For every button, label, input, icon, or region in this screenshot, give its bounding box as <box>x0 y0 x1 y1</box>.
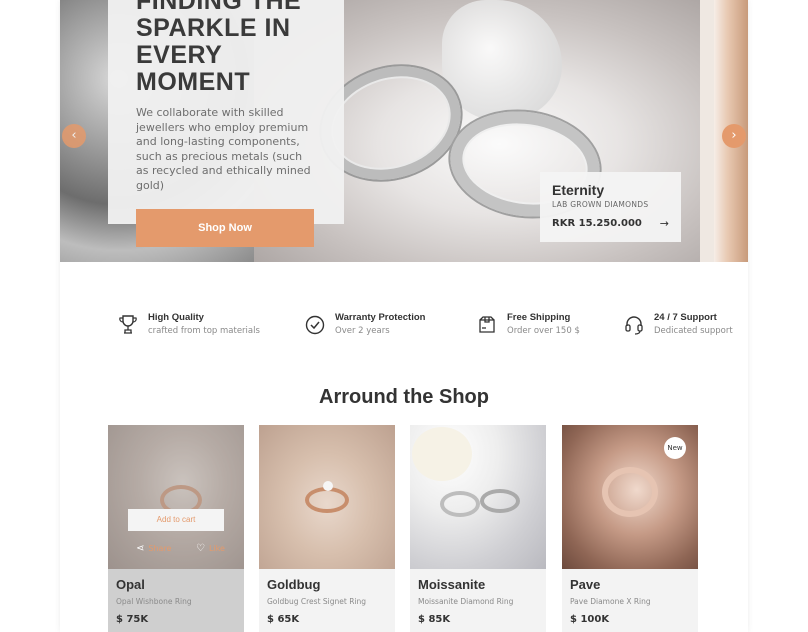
headset-icon <box>625 316 643 335</box>
feature-subtitle: Over 2 years <box>335 326 390 336</box>
diamond-image <box>323 481 333 491</box>
heart-icon: ♡ <box>196 543 205 554</box>
rose-image <box>412 427 472 481</box>
product-info: Opal Opal Wishbone Ring $ 75K <box>108 569 244 632</box>
featured-product-name: Eternity <box>552 182 605 198</box>
like-button[interactable]: ♡ Like <box>196 543 225 554</box>
ring-image <box>602 467 658 517</box>
product-name[interactable]: Goldbug <box>267 577 387 592</box>
like-label: Like <box>208 544 225 553</box>
shop-now-button[interactable]: Shop Now <box>136 209 314 247</box>
product-image[interactable]: New <box>562 425 698 569</box>
feature-support: 24 / 7 Support Dedicated support <box>624 312 733 336</box>
hero-title: FINDING THE SPARKLE IN EVERY MOMENT <box>136 0 302 96</box>
featured-product-price: RKR 15.250.000 <box>552 218 642 229</box>
page: FINDING THE SPARKLE IN EVERY MOMENT We c… <box>60 0 748 632</box>
product-info: Goldbug Goldbug Crest Signet Ring $ 65K <box>259 569 395 632</box>
hero-card: FINDING THE SPARKLE IN EVERY MOMENT We c… <box>108 0 344 247</box>
feature-title: Warranty Protection <box>335 312 426 323</box>
trophy-icon <box>119 315 137 334</box>
featured-product-subtitle: LAB GROWN DIAMONDS <box>552 200 649 209</box>
new-badge: New <box>664 437 686 459</box>
feature-free-shipping: Free Shipping Order over 150 $ <box>477 312 580 336</box>
left-gutter <box>0 0 60 632</box>
featured-product-card[interactable]: Eternity LAB GROWN DIAMONDS RKR 15.250.0… <box>540 172 681 242</box>
product-name[interactable]: Moissanite <box>418 577 538 592</box>
slider-prev-arrow-icon[interactable]: ‹ <box>62 124 86 148</box>
product-card-opal[interactable]: Add to cart ⋖ Share ♡ Like Opal Opal Wis… <box>108 425 244 632</box>
product-name[interactable]: Opal <box>116 577 236 592</box>
product-card-pave[interactable]: New Pave Pave Diamone X Ring $ 100K <box>562 425 698 632</box>
share-button[interactable]: ⋖ Share <box>136 543 171 554</box>
feature-title: Free Shipping <box>507 312 571 323</box>
product-info: Moissanite Moissanite Diamond Ring $ 85K <box>410 569 546 632</box>
product-subtitle: Goldbug Crest Signet Ring <box>267 597 367 606</box>
product-name[interactable]: Pave <box>570 577 690 592</box>
section-title: Arround the Shop <box>319 386 489 408</box>
feature-subtitle: Dedicated support <box>654 326 733 336</box>
product-info: Pave Pave Diamone X Ring $ 100K <box>562 569 698 632</box>
slider-next-arrow-icon[interactable]: › <box>722 124 746 148</box>
product-image[interactable] <box>410 425 546 569</box>
product-subtitle: Opal Wishbone Ring <box>116 597 192 606</box>
right-gutter <box>748 0 808 632</box>
feature-high-quality: High Quality crafted from top materials <box>118 312 260 336</box>
product-card-goldbug[interactable]: Goldbug Goldbug Crest Signet Ring $ 65K <box>259 425 395 632</box>
shipping-box-icon <box>479 316 495 333</box>
product-price: $ 85K <box>418 614 451 625</box>
check-circle-icon <box>305 315 325 335</box>
ring-image <box>440 491 480 517</box>
feature-warranty: Warranty Protection Over 2 years <box>305 312 425 336</box>
product-subtitle: Pave Diamone X Ring <box>570 597 651 606</box>
product-card-moissanite[interactable]: Moissanite Moissanite Diamond Ring $ 85K <box>410 425 546 632</box>
add-to-cart-button[interactable]: Add to cart <box>128 509 224 531</box>
feature-subtitle: Order over 150 $ <box>507 326 580 336</box>
feature-title: High Quality <box>148 312 204 323</box>
product-price: $ 75K <box>116 614 149 625</box>
product-price: $ 100K <box>570 614 610 625</box>
share-label: Share <box>148 544 172 553</box>
ribbon-decoration <box>442 0 562 120</box>
hero-slider: FINDING THE SPARKLE IN EVERY MOMENT We c… <box>60 0 748 262</box>
feature-title: 24 / 7 Support <box>654 312 717 323</box>
share-icon: ⋖ <box>136 543 145 554</box>
hero-description: We collaborate with skilled jewellers wh… <box>136 106 311 192</box>
product-price: $ 65K <box>267 614 300 625</box>
feature-subtitle: crafted from top materials <box>148 326 260 336</box>
product-image[interactable]: Add to cart ⋖ Share ♡ Like <box>108 425 244 569</box>
product-subtitle: Moissanite Diamond Ring <box>418 597 514 606</box>
arrow-right-icon[interactable]: → <box>660 217 669 230</box>
product-image[interactable] <box>259 425 395 569</box>
features-bar: High Quality crafted from top materials … <box>60 312 748 342</box>
ring-image <box>480 489 520 513</box>
